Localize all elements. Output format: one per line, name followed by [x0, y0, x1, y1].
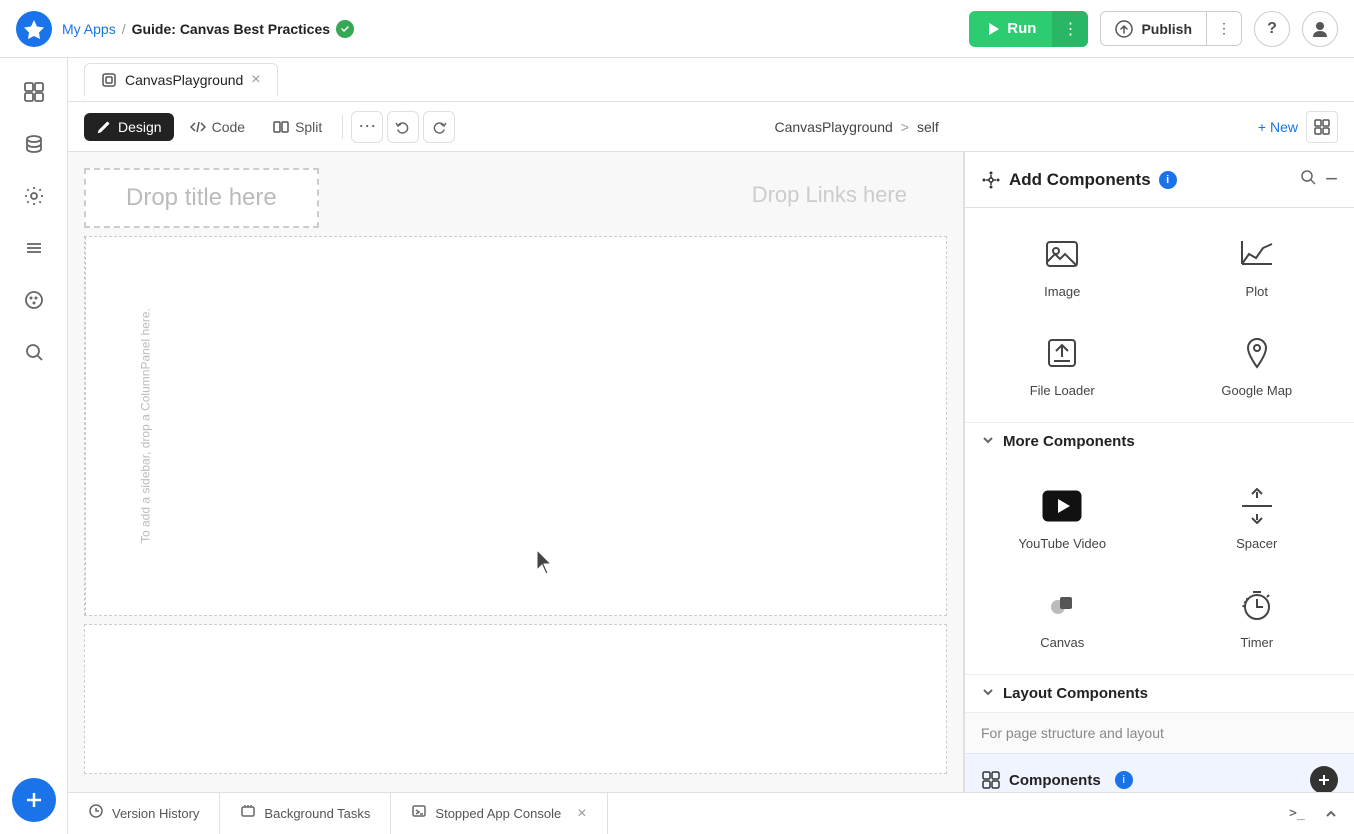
- panel-close-icon[interactable]: −: [1325, 168, 1338, 191]
- tabs-bar: CanvasPlayground ×: [68, 58, 1354, 102]
- panel-header: Add Components i −: [965, 152, 1354, 208]
- code-button[interactable]: Code: [178, 113, 257, 141]
- canvas-top-row: Drop title here Drop Links here: [84, 168, 947, 228]
- view-toggle-button[interactable]: [1306, 111, 1338, 143]
- right-panel: Add Components i −: [964, 152, 1354, 792]
- components-info-badge[interactable]: i: [1115, 771, 1133, 789]
- logo-icon[interactable]: [16, 11, 52, 47]
- component-youtube[interactable]: YouTube Video: [965, 468, 1160, 567]
- layout-components-desc: For page structure and layout: [965, 712, 1354, 753]
- component-image[interactable]: Image: [965, 216, 1160, 315]
- undo-button[interactable]: [387, 111, 419, 143]
- console-tab-close[interactable]: ×: [577, 805, 586, 823]
- main-container: CanvasPlayground × Design Code: [0, 58, 1354, 834]
- canvas-main-area[interactable]: To add a sidebar, drop a ColumnPanel her…: [84, 236, 947, 616]
- my-apps-link[interactable]: My Apps: [62, 21, 116, 37]
- run-button[interactable]: Run ⋮: [969, 11, 1088, 47]
- component-canvas[interactable]: Canvas: [965, 567, 1160, 666]
- sidebar-icon-search[interactable]: [12, 330, 56, 374]
- more-components-chevron: [981, 433, 995, 450]
- canvas-editor[interactable]: Drop title here Drop Links here To add a…: [68, 152, 964, 792]
- panel-info-badge[interactable]: i: [1159, 171, 1177, 189]
- design-button[interactable]: Design: [84, 113, 174, 141]
- component-plot[interactable]: Plot: [1160, 216, 1354, 315]
- panel-title: Add Components i: [981, 170, 1177, 190]
- version-history-icon: [88, 803, 104, 824]
- components-section[interactable]: Components i: [965, 753, 1354, 792]
- help-button[interactable]: ?: [1254, 11, 1290, 47]
- sidebar-icon-list[interactable]: [12, 226, 56, 270]
- canvas-comp-icon: [1040, 583, 1084, 627]
- layout-components-section[interactable]: Layout Components: [965, 674, 1354, 712]
- content-area: CanvasPlayground × Design Code: [68, 58, 1354, 834]
- page-breadcrumb: CanvasPlayground > self: [774, 119, 938, 135]
- top-header: My Apps / Guide: Canvas Best Practices R…: [0, 0, 1354, 58]
- sidebar-icon-grid[interactable]: [12, 70, 56, 114]
- components-add-button[interactable]: [1310, 766, 1338, 792]
- stopped-console-tab[interactable]: Stopped App Console ×: [391, 793, 607, 834]
- breadcrumb: My Apps / Guide: Canvas Best Practices: [62, 20, 354, 38]
- panel-search-icon[interactable]: [1299, 168, 1317, 191]
- breadcrumb-separator: /: [122, 21, 126, 37]
- components-grid: Image Plot: [965, 208, 1354, 422]
- cursor-indicator: [533, 548, 557, 582]
- toolbar-separator-1: [342, 115, 343, 139]
- terminal-button[interactable]: >_: [1282, 799, 1312, 829]
- component-google-map[interactable]: Google Map: [1160, 315, 1354, 414]
- version-history-tab[interactable]: Version History: [68, 793, 220, 834]
- chevron-up-button[interactable]: [1316, 799, 1346, 829]
- publish-main[interactable]: Publish: [1101, 13, 1206, 45]
- bottom-right-icons: >_: [1282, 799, 1354, 829]
- tab-close[interactable]: ×: [251, 72, 260, 88]
- component-file-loader[interactable]: File Loader: [965, 315, 1160, 414]
- drop-title-placeholder[interactable]: Drop title here: [84, 168, 319, 228]
- layout-components-chevron: [981, 685, 995, 702]
- more-components-section[interactable]: More Components: [965, 422, 1354, 460]
- image-icon: [1040, 232, 1084, 276]
- file-loader-icon: [1040, 331, 1084, 375]
- timer-icon: [1235, 583, 1279, 627]
- sidebar-icon-database[interactable]: [12, 122, 56, 166]
- left-sidebar: [0, 58, 68, 834]
- canvas-bottom-area[interactable]: [84, 624, 947, 774]
- add-button[interactable]: [12, 778, 56, 822]
- background-tasks-icon: [240, 803, 256, 824]
- editor-panel-area: Drop title here Drop Links here To add a…: [68, 152, 1354, 792]
- more-components-grid: YouTube Video: [965, 460, 1354, 674]
- component-timer[interactable]: Timer: [1160, 567, 1354, 666]
- more-options-button[interactable]: ⋯: [351, 111, 383, 143]
- header-left: My Apps / Guide: Canvas Best Practices: [16, 11, 354, 47]
- status-dot: [336, 20, 354, 38]
- publish-more-button[interactable]: ⋮: [1206, 12, 1241, 45]
- youtube-icon: [1040, 484, 1084, 528]
- main-drop-zone[interactable]: [205, 237, 946, 615]
- google-map-icon: [1235, 331, 1279, 375]
- redo-button[interactable]: [423, 111, 455, 143]
- run-main[interactable]: Run: [969, 12, 1052, 45]
- background-tasks-tab[interactable]: Background Tasks: [220, 793, 391, 834]
- sidebar-icon-settings[interactable]: [12, 174, 56, 218]
- plot-icon: [1235, 232, 1279, 276]
- publish-button[interactable]: Publish ⋮: [1100, 11, 1242, 46]
- panel-scroll-area: Image Plot: [965, 208, 1354, 792]
- sidebar-icon-palette[interactable]: [12, 278, 56, 322]
- component-spacer[interactable]: Spacer: [1160, 468, 1354, 567]
- spacer-icon: [1235, 484, 1279, 528]
- sidebar-drop-zone[interactable]: To add a sidebar, drop a ColumnPanel her…: [85, 237, 205, 615]
- drop-links-placeholder[interactable]: Drop Links here: [752, 182, 907, 208]
- header-right: Run ⋮ Publish ⋮ ?: [969, 11, 1338, 47]
- new-button[interactable]: + New: [1258, 119, 1298, 135]
- split-button[interactable]: Split: [261, 113, 334, 141]
- bottom-bar: Version History Background Tasks: [68, 792, 1354, 834]
- tab-canvasplayground[interactable]: CanvasPlayground ×: [84, 63, 278, 97]
- run-more-button[interactable]: ⋮: [1052, 11, 1088, 47]
- user-button[interactable]: [1302, 11, 1338, 47]
- stopped-console-icon: [411, 803, 427, 824]
- toolbar-right: + New: [1258, 111, 1338, 143]
- project-name: Guide: Canvas Best Practices: [132, 21, 330, 37]
- editor-toolbar: Design Code Split ⋯: [68, 102, 1354, 152]
- panel-header-icons: −: [1299, 168, 1338, 191]
